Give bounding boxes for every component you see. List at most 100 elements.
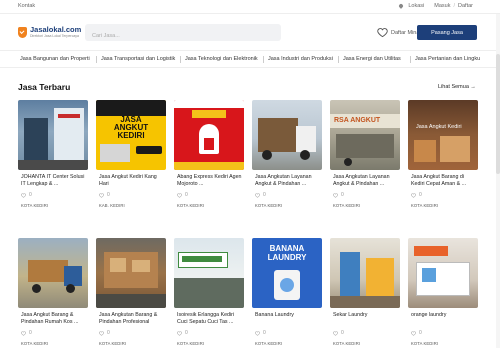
heart-icon	[377, 28, 388, 38]
category-divider	[96, 56, 97, 63]
search-box	[85, 24, 281, 45]
service-rating: 0	[99, 330, 110, 336]
thumb-text: Jasa Angkut Kediri	[416, 124, 462, 130]
service-card[interactable]: Sekar Laundry 0 KOTA KEDIRI	[330, 238, 400, 348]
service-rating: 0	[333, 192, 344, 198]
see-all-link[interactable]: Lihat Semua →	[438, 84, 476, 90]
category-item-industri[interactable]: Jasa Industri dan Produksi	[268, 56, 333, 62]
service-image	[96, 238, 166, 308]
service-title: Jasa Angkutan Barang & Pindahan Profesio…	[99, 312, 158, 325]
rating-count: 0	[419, 192, 422, 198]
logo-tagline: Direktori Jasa Lokal Terpercaya	[30, 34, 79, 38]
service-title: JOHANTA IT Center Solusi IT Lengkap & ..…	[21, 174, 85, 187]
service-image	[18, 100, 88, 170]
service-location: KOTA KEDIRI	[411, 203, 439, 208]
location-pin-icon	[398, 3, 405, 9]
service-image	[174, 238, 244, 308]
service-card[interactable]: Isoiresik Erlangga Kediri Cuci Sepatu Cu…	[174, 238, 244, 348]
rating-count: 0	[107, 192, 110, 198]
heart-icon[interactable]	[177, 192, 182, 198]
header: Jasalokal.com Direktori Jasa Lokal Terpe…	[0, 14, 500, 50]
service-image: Jasa Angkut Kediri	[408, 100, 478, 170]
service-rating: 0	[411, 192, 422, 198]
login-register-separator: /	[453, 3, 456, 9]
service-card[interactable]: RSA ANGKUT Jasa Angkutan Layanan Angkut …	[330, 100, 400, 214]
rating-count: 0	[29, 192, 32, 198]
service-card[interactable]: JOHANTA IT Center Solusi IT Lengkap & ..…	[18, 100, 88, 214]
heart-icon[interactable]	[411, 192, 416, 198]
service-card[interactable]: Jasa Angkut Kediri Jasa Angkut Barang di…	[408, 100, 478, 214]
service-rating: 0	[333, 330, 344, 336]
thumb-text: JASA ANGKUT KEDIRI	[113, 115, 149, 140]
service-image	[330, 238, 400, 308]
service-card[interactable]: BANANA LAUNDRY Banana Laundry 0 KOTA KED…	[252, 238, 322, 348]
heart-icon[interactable]	[177, 330, 182, 336]
thumb-text: RSA ANGKUT	[334, 117, 381, 124]
heart-icon[interactable]	[255, 330, 260, 336]
contact-link[interactable]: Kontak	[18, 3, 35, 9]
category-divider	[410, 56, 411, 63]
service-location: KOTA KEDIRI	[255, 203, 283, 208]
scrollbar-thumb[interactable]	[496, 54, 500, 174]
service-location: KAB. KEDIRI	[99, 203, 125, 208]
service-card[interactable]: orange laundry 0 KOTA KEDIRI	[408, 238, 478, 348]
service-title: Sekar Laundry	[333, 312, 368, 318]
service-location: KOTA KEDIRI	[21, 341, 49, 346]
heart-icon[interactable]	[99, 192, 104, 198]
service-location: KOTA KEDIRI	[255, 341, 283, 346]
heart-icon[interactable]	[255, 192, 260, 198]
rating-count: 0	[263, 330, 266, 336]
heart-icon[interactable]	[21, 192, 26, 198]
service-rating: 0	[255, 330, 266, 336]
service-title: Jasa Angkutan Layanan Angkut & Pindahan …	[333, 174, 390, 187]
service-image: JASA ANGKUT KEDIRI	[96, 100, 166, 170]
heart-icon[interactable]	[333, 330, 338, 336]
service-image: RSA ANGKUT	[330, 100, 400, 170]
category-item-transportasi[interactable]: Jasa Transportasi dan Logistik	[101, 56, 175, 62]
service-card[interactable]: Abang Express Kediri Agen Mojoroto ... 0…	[174, 100, 244, 214]
post-service-button[interactable]: Pasang Jasa	[417, 25, 477, 40]
heart-icon[interactable]	[99, 330, 104, 336]
category-item-energi[interactable]: Jasa Energi dan Utilitas	[343, 56, 401, 62]
location-link[interactable]: Lokasi	[408, 3, 424, 9]
service-card[interactable]: Jasa Angkutan Layanan Angkut & Pindahan …	[252, 100, 322, 214]
service-image	[408, 238, 478, 308]
search-input[interactable]	[85, 27, 281, 45]
service-rating: 0	[99, 192, 110, 198]
heart-icon[interactable]	[411, 330, 416, 336]
category-divider	[180, 56, 181, 63]
login-link[interactable]: Masuk	[434, 3, 450, 9]
site-logo[interactable]: Jasalokal.com Direktori Jasa Lokal Terpe…	[18, 26, 81, 38]
service-title: Jasa Angkut Barang di Kediri Cepat Aman …	[411, 174, 467, 187]
service-location: KOTA KEDIRI	[333, 341, 361, 346]
service-card[interactable]: JASA ANGKUT KEDIRI Jasa Angkut Kediri Ka…	[96, 100, 166, 214]
heart-icon[interactable]	[333, 192, 338, 198]
rating-count: 0	[185, 192, 188, 198]
category-divider	[338, 56, 339, 63]
category-item-pertanian[interactable]: Jasa Pertanian dan Lingku	[415, 56, 480, 62]
service-location: KOTA KEDIRI	[411, 341, 439, 346]
register-link[interactable]: Daftar	[458, 3, 473, 9]
logo-name: Jasalokal.com	[30, 25, 82, 34]
rating-count: 0	[107, 330, 110, 336]
service-image: BANANA LAUNDRY	[252, 238, 322, 308]
service-location: KOTA KEDIRI	[177, 341, 205, 346]
page-scrollbar[interactable]	[496, 14, 500, 348]
service-rating: 0	[21, 330, 32, 336]
service-image	[18, 238, 88, 308]
thumb-text: BANANA LAUNDRY	[267, 244, 307, 262]
wishlist-link[interactable]: Daftar Minat	[377, 27, 421, 38]
category-item-teknologi[interactable]: Jasa Teknologi dan Elektronik	[185, 56, 258, 62]
service-location: KOTA KEDIRI	[99, 341, 127, 346]
heart-icon[interactable]	[21, 330, 26, 336]
service-rating: 0	[177, 192, 188, 198]
service-title: Abang Express Kediri Agen Mojoroto ...	[177, 174, 242, 187]
service-title: Isoiresik Erlangga Kediri Cuci Sepatu Cu…	[177, 312, 235, 325]
rating-count: 0	[29, 330, 32, 336]
service-location: KOTA KEDIRI	[333, 203, 361, 208]
category-item-bangunan[interactable]: Jasa Bangunan dan Properti	[20, 56, 90, 62]
service-card[interactable]: Jasa Angkut Barang & Pindahan Rumah Kos …	[18, 238, 88, 348]
service-card[interactable]: Jasa Angkutan Barang & Pindahan Profesio…	[96, 238, 166, 348]
rating-count: 0	[341, 330, 344, 336]
service-rating: 0	[255, 192, 266, 198]
